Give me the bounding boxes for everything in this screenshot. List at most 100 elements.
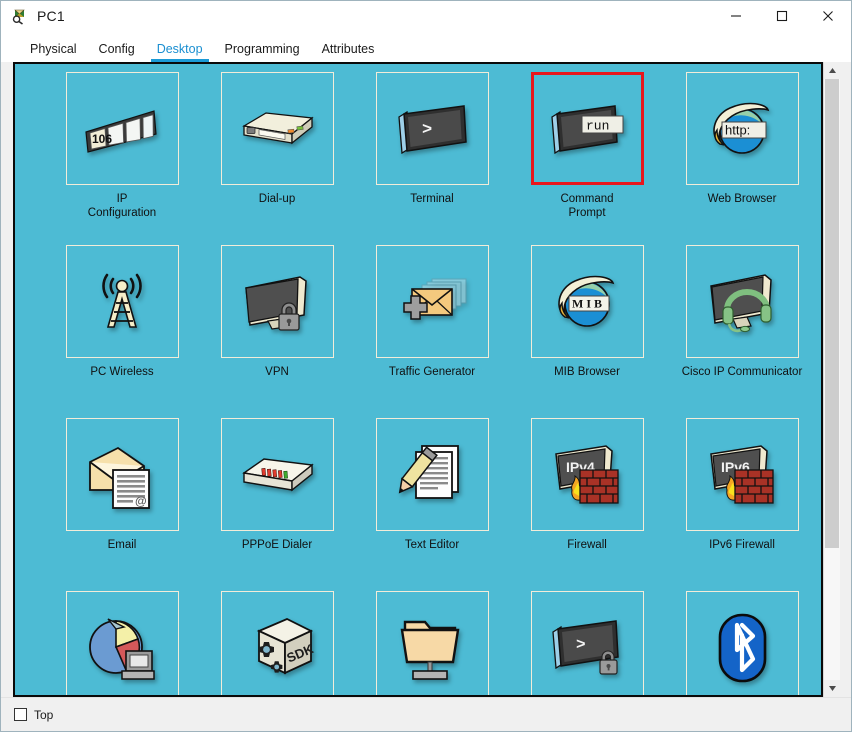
- title-bar: PC1: [1, 1, 851, 32]
- tab-physical[interactable]: Physical: [19, 42, 88, 62]
- desktop-item-label: MIB Browser: [554, 366, 620, 378]
- ip-configuration-badge: 106: [92, 132, 112, 146]
- desktop-item-cisco-ip-communicator[interactable]: Cisco IP Communicator: [667, 245, 817, 418]
- text-editor-icon: [392, 440, 472, 510]
- netflow-collector-icon-box[interactable]: [65, 591, 179, 695]
- email-icon: @: [82, 440, 162, 510]
- desktop-item-web-browser[interactable]: http: Web Browser: [667, 72, 817, 245]
- desktop-item-pc-wireless[interactable]: PC Wireless: [47, 245, 197, 418]
- scrollbar-thumb[interactable]: [825, 79, 839, 548]
- minimize-button[interactable]: [713, 1, 759, 32]
- ipv6-firewall-icon-box[interactable]: IPv6: [685, 418, 799, 531]
- desktop-item-vpn[interactable]: VPN: [202, 245, 352, 418]
- desktop-item-label: Traffic Generator: [388, 366, 476, 378]
- desktop-frame: 106 IP Configuration Dial-up > Terminal …: [13, 62, 823, 697]
- desktop-item-email[interactable]: @ Email: [47, 418, 197, 591]
- text-editor-icon-box[interactable]: [375, 418, 489, 531]
- cisco-ip-communicator-icon: [702, 267, 782, 337]
- pppoe-dialer-icon-box[interactable]: [220, 418, 334, 531]
- traffic-generator-icon-box[interactable]: [375, 245, 489, 358]
- desktop-row: 106 IP Configuration Dial-up > Terminal …: [47, 72, 807, 245]
- desktop-item-ipv6-firewall[interactable]: IPv6 IPv6 Firewall: [667, 418, 817, 591]
- window-title: PC1: [37, 8, 65, 24]
- traffic-generator-icon: [392, 267, 472, 337]
- pc1-window: PC1 Physical Config Desktop Programming …: [0, 0, 852, 732]
- web-browser-icon-box[interactable]: http:: [685, 72, 799, 185]
- desktop-item-text-editor[interactable]: Text Editor: [357, 418, 507, 591]
- desktop-canvas: 106 IP Configuration Dial-up > Terminal …: [15, 64, 821, 695]
- desktop-item-label: PC Wireless: [90, 366, 154, 378]
- desktop-item-label: Cisco IP Communicator: [681, 366, 803, 378]
- close-button[interactable]: [805, 1, 851, 32]
- pc-wireless-icon: [82, 267, 162, 337]
- secure-terminal-badge: >: [576, 636, 586, 654]
- desktop-item-label: Text Editor: [404, 539, 460, 551]
- desktop-item-terminal[interactable]: > Terminal: [357, 72, 507, 245]
- desktop-item-bluetooth[interactable]: [667, 591, 817, 695]
- vertical-scrollbar[interactable]: [823, 62, 840, 697]
- desktop-item-mib-browser[interactable]: M I B MIB Browser: [512, 245, 662, 418]
- desktop-item-label: IP Configuration: [87, 193, 157, 219]
- scroll-up-arrow-icon[interactable]: [824, 62, 840, 79]
- desktop-item-label: Email: [107, 539, 137, 551]
- desktop-item-file-folder[interactable]: [357, 591, 507, 695]
- bluetooth-icon-box[interactable]: [685, 591, 799, 695]
- window-controls: [713, 1, 851, 32]
- desktop-item-label: Web Browser: [707, 193, 777, 205]
- desktop-item-dial-up[interactable]: Dial-up: [202, 72, 352, 245]
- tab-config[interactable]: Config: [88, 42, 146, 62]
- desktop-row: @ Email PPPoE Dialer Text Editor IPv4 Fi…: [47, 418, 807, 591]
- mib-browser-badge: M I B: [572, 296, 602, 310]
- pc-wireless-icon-box[interactable]: [65, 245, 179, 358]
- desktop-item-netflow-collector[interactable]: [47, 591, 197, 695]
- ipv6-firewall-icon: IPv6: [702, 440, 782, 510]
- tab-programming[interactable]: Programming: [214, 42, 311, 62]
- maximize-button[interactable]: [759, 1, 805, 32]
- email-badge: @: [135, 494, 147, 508]
- file-folder-icon: [392, 613, 472, 683]
- ip-configuration-icon-box[interactable]: 106: [65, 72, 179, 185]
- command-prompt-icon-box[interactable]: run: [530, 72, 644, 185]
- desktop-item-label: VPN: [265, 366, 289, 378]
- desktop-item-label: PPPoE Dialer: [241, 539, 313, 551]
- desktop-item-pppoe-dialer[interactable]: PPPoE Dialer: [202, 418, 352, 591]
- terminal-icon: >: [392, 94, 472, 164]
- desktop-item-firewall[interactable]: IPv4 Firewall: [512, 418, 662, 591]
- dialup-icon-box[interactable]: [220, 72, 334, 185]
- desktop-item-secure-terminal[interactable]: >: [512, 591, 662, 695]
- pppoe-dialer-icon: [237, 440, 317, 510]
- desktop-item-ip-configuration[interactable]: 106 IP Configuration: [47, 72, 197, 245]
- web-browser-icon: http:: [702, 94, 782, 164]
- desktop-icon-grid: 106 IP Configuration Dial-up > Terminal …: [47, 72, 807, 695]
- file-folder-icon-box[interactable]: [375, 591, 489, 695]
- command-prompt-icon: run: [547, 94, 627, 164]
- tab-attributes[interactable]: Attributes: [311, 42, 386, 62]
- top-checkbox[interactable]: [14, 708, 27, 721]
- desktop-row: SDK >: [47, 591, 807, 695]
- ip-configuration-icon: 106: [82, 94, 162, 164]
- mib-browser-icon-box[interactable]: M I B: [530, 245, 644, 358]
- dialup-modem-icon: [237, 94, 317, 164]
- desktop-item-traffic-generator[interactable]: Traffic Generator: [357, 245, 507, 418]
- firewall-icon-box[interactable]: IPv4: [530, 418, 644, 531]
- scroll-down-arrow-icon[interactable]: [824, 680, 840, 697]
- vpn-icon: [237, 267, 317, 337]
- sdk-icon-box[interactable]: SDK: [220, 591, 334, 695]
- tab-desktop[interactable]: Desktop: [146, 42, 214, 62]
- top-checkbox-label: Top: [34, 707, 54, 722]
- cisco-ip-communicator-icon-box[interactable]: [685, 245, 799, 358]
- email-icon-box[interactable]: @: [65, 418, 179, 531]
- secure-terminal-icon-box[interactable]: >: [530, 591, 644, 695]
- vpn-icon-box[interactable]: [220, 245, 334, 358]
- netflow-collector-icon: [82, 613, 162, 683]
- desktop-item-label: Terminal: [410, 193, 454, 205]
- sdk-box-icon: SDK: [237, 613, 317, 683]
- mib-browser-icon: M I B: [547, 267, 627, 337]
- desktop-item-sdk[interactable]: SDK: [202, 591, 352, 695]
- bluetooth-icon: [702, 613, 782, 683]
- desktop-item-command-prompt[interactable]: run Command Prompt: [512, 72, 662, 245]
- tab-bar: Physical Config Desktop Programming Attr…: [1, 32, 851, 62]
- terminal-icon-box[interactable]: >: [375, 72, 489, 185]
- desktop-row: PC Wireless VPN Traffic Generator M I B …: [47, 245, 807, 418]
- scrollbar-track[interactable]: [824, 79, 840, 680]
